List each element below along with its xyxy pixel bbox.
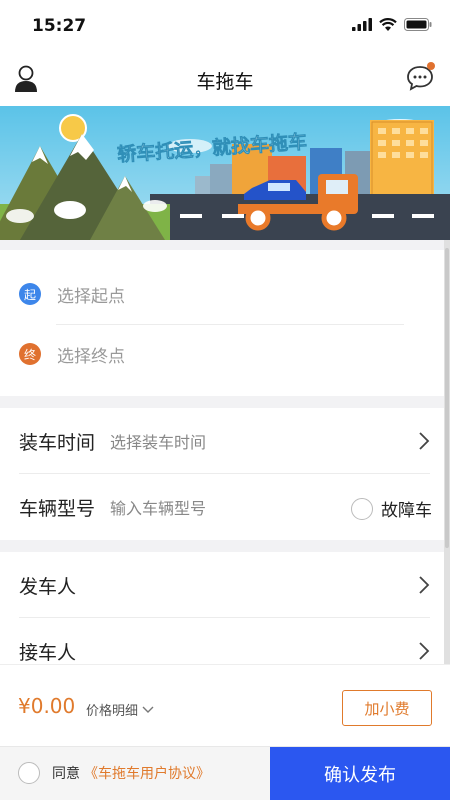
status-bar: 15:27 [0,0,450,52]
bottom-bar: 同意 《车拖车用户协议》 确认发布 [0,746,450,800]
receiver-row[interactable]: 接车人 [0,618,444,664]
battery-icon [404,18,432,31]
agreement-link[interactable]: 《车拖车用户协议》 [84,763,210,783]
scrollbar-thumb[interactable] [445,248,449,548]
signal-icon [352,18,372,31]
vehicle-detail-card: 装车时间 选择装车时间 车辆型号 输入车辆型号 故障车 [0,408,444,540]
vehicle-model-label: 车辆型号 [19,497,96,520]
chevron-right-icon [419,642,430,660]
load-time-label: 装车时间 [19,431,96,454]
sender-label: 发车人 [19,575,77,598]
route-divider [56,324,404,325]
price-detail-label: 价格明细 [86,704,139,719]
nav-bar: 车拖车 [0,52,450,106]
load-time-placeholder: 选择装车时间 [110,433,207,452]
vehicle-model-input[interactable]: 输入车辆型号 [110,495,206,519]
start-badge: 起 [19,283,41,305]
fault-car-label: 故障车 [381,501,432,521]
price-amount: ¥0.00 [18,694,76,718]
sender-row[interactable]: 发车人 [0,552,444,618]
wifi-icon [379,18,397,31]
status-icons [352,18,432,31]
end-point-row[interactable]: 终 选择终点 [0,326,444,382]
contacts-card: 发车人 接车人 [0,552,444,664]
chat-icon[interactable] [406,62,436,92]
chevron-right-icon [419,432,430,450]
notification-dot [427,62,435,70]
agree-text: 同意 [52,766,80,782]
confirm-publish-button[interactable]: 确认发布 [270,747,450,800]
start-point-placeholder: 选择起点 [57,286,125,307]
add-tip-button[interactable]: 加小费 [342,690,432,726]
load-time-row[interactable]: 装车时间 选择装车时间 [0,408,444,474]
vehicle-model-row: 车辆型号 输入车辆型号 故障车 [0,474,444,540]
end-badge: 终 [19,343,41,365]
agreement-checkbox[interactable] [18,762,40,784]
agreement-checkbox-group[interactable]: 同意 《车拖车用户协议》 [18,762,210,784]
promo-banner[interactable]: 轿车托运，就找车拖车 [0,106,450,240]
end-point-placeholder: 选择终点 [57,346,125,367]
scrollbar[interactable] [444,240,450,664]
receiver-label: 接车人 [19,641,77,664]
chevron-right-icon [419,576,430,594]
price-detail-toggle[interactable]: 价格明细 [86,700,154,719]
page-title: 车拖车 [196,71,254,93]
fault-car-toggle[interactable]: 故障车 [351,496,432,521]
chevron-down-icon [142,706,154,713]
price-bar: ¥0.00 价格明细 加小费 [0,664,450,746]
status-time: 15:27 [32,16,87,36]
banner-illustration: 轿车托运，就找车拖车 [0,106,450,240]
route-card: 起 选择起点 终 选择终点 [0,250,444,396]
fault-car-radio[interactable] [351,497,373,520]
start-point-row[interactable]: 起 选择起点 [0,266,444,322]
